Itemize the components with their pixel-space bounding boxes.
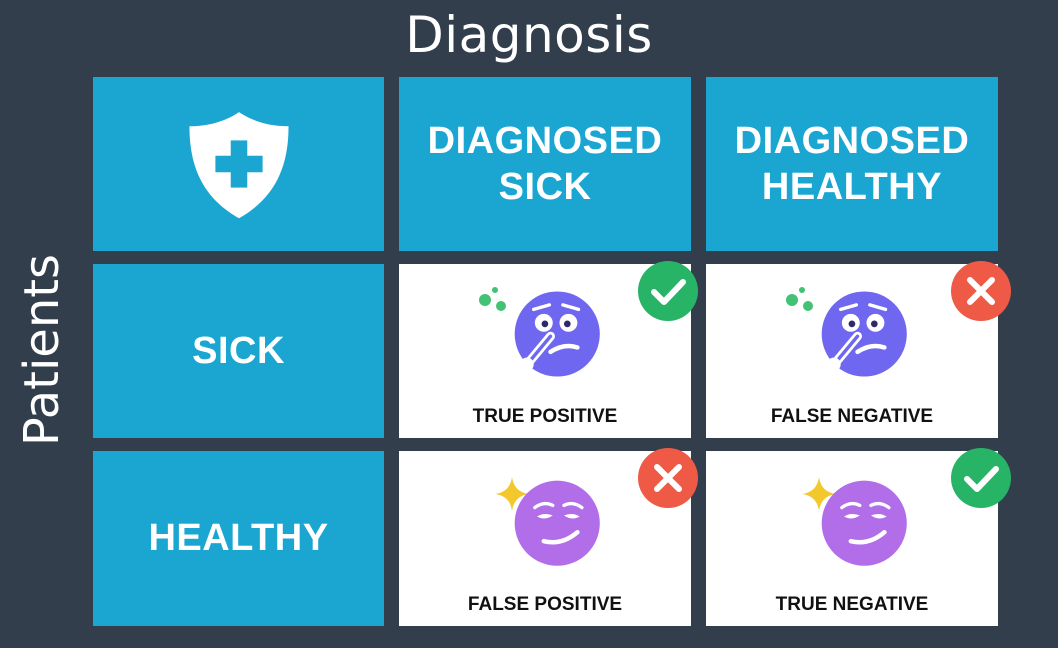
row-header-healthy: HEALTHY <box>93 451 384 626</box>
row-header-sick: SICK <box>93 264 384 438</box>
check-icon <box>951 448 1011 508</box>
cell-false-negative: FALSE NEGATIVE <box>706 261 1011 438</box>
column-header-line: DIAGNOSED <box>427 120 663 162</box>
patients-axis-label: Patients <box>14 253 70 447</box>
column-header-line: DIAGNOSED <box>734 120 970 162</box>
outcome-label: FALSE NEGATIVE <box>770 406 934 427</box>
shield-plus-icon <box>188 112 289 219</box>
outcome-label: TRUE POSITIVE <box>472 406 618 427</box>
column-header-line: HEALTHY <box>761 166 943 208</box>
corner-header-cell <box>93 77 384 251</box>
cross-icon <box>951 261 1011 321</box>
sick-face-thermometer-icon <box>514 291 600 377</box>
column-header-line: SICK <box>498 166 592 208</box>
column-header-diagnosed-healthy: DIAGNOSED HEALTHY <box>706 77 998 251</box>
row-header-label: HEALTHY <box>148 517 329 559</box>
diagram-title: Diagnosis <box>405 6 653 64</box>
smug-face-icon <box>821 480 907 566</box>
outcome-label: TRUE NEGATIVE <box>775 594 929 615</box>
cross-icon <box>638 448 698 508</box>
smug-face-icon <box>514 480 600 566</box>
column-header-diagnosed-sick: DIAGNOSED SICK <box>399 77 691 251</box>
row-header-label: SICK <box>192 329 285 372</box>
check-icon <box>638 261 698 321</box>
sick-face-thermometer-icon <box>821 291 907 377</box>
cell-true-negative: TRUE NEGATIVE <box>706 448 1011 626</box>
cell-true-positive: TRUE POSITIVE <box>399 261 698 438</box>
outcome-label: FALSE POSITIVE <box>467 594 623 615</box>
cell-false-positive: FALSE POSITIVE <box>399 448 698 626</box>
